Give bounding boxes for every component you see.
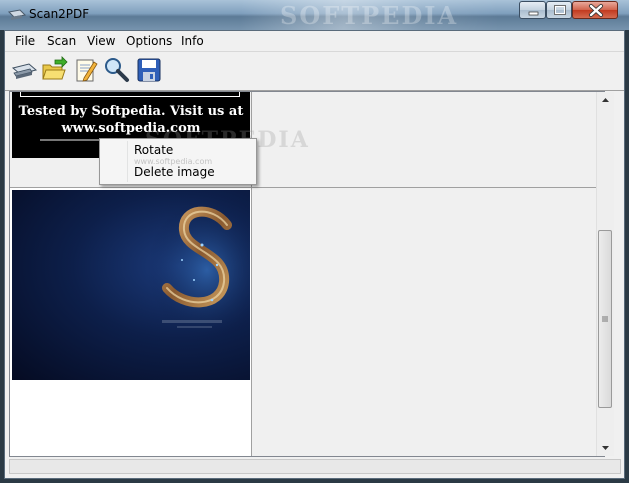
magnifier-icon [105,58,129,82]
edit-document-icon [76,59,98,82]
menu-file[interactable]: File [12,33,38,49]
context-menu-watermark: www.softpedia.com [134,157,213,166]
window-frame: File Scan View Options Info Tested by So… [4,30,625,479]
menu-view[interactable]: View [84,33,118,49]
menu-info[interactable]: Info [178,33,207,49]
thumbnail-text-line1: Tested by Softpedia. Visit us at [18,104,244,119]
preview-separator [252,187,596,188]
window-title: Scan2PDF [29,7,90,21]
scroll-up-arrow-icon[interactable] [597,92,614,109]
context-menu: Rotate Delete image www.softpedia.com [99,138,257,185]
grip-icon [602,316,608,322]
softpedia-watermark: SOFTPEDIA [280,1,459,30]
edit-button[interactable] [72,56,100,84]
menu-bar: File Scan View Options Info [5,31,624,51]
vertical-scrollbar[interactable] [596,92,614,456]
open-folder-icon [42,56,68,80]
close-icon [589,4,603,17]
context-menu-rotate[interactable]: Rotate [134,143,173,157]
scanner-icon [11,63,38,79]
app-icon [8,9,26,20]
status-bar [9,459,621,474]
zoom-button[interactable] [102,56,130,84]
scroll-down-arrow-icon[interactable] [597,439,614,456]
save-disk-icon [137,58,161,82]
context-menu-gutter [127,141,128,182]
open-button[interactable] [40,56,68,84]
minimize-button[interactable] [519,1,546,19]
save-button[interactable] [135,56,163,84]
context-menu-delete-image[interactable]: Delete image [134,165,215,179]
softpedia-logo-image [147,200,250,340]
minimize-icon [528,11,539,16]
title-bar[interactable]: Scan2PDF SOFTPEDIA [0,0,629,30]
app-window: Scan2PDF SOFTPEDIA File Scan View Option… [0,0,629,483]
menu-scan[interactable]: Scan [44,33,79,49]
page-thumbnail-2[interactable] [12,190,250,380]
vertical-scroll-thumb[interactable] [598,230,612,408]
maximize-icon [554,5,566,15]
menu-options[interactable]: Options [123,33,175,49]
thumbnail-frame [20,92,240,97]
close-button[interactable] [572,1,618,19]
maximize-button[interactable] [546,1,572,19]
scan-button[interactable] [10,56,38,84]
toolbar [5,51,624,91]
